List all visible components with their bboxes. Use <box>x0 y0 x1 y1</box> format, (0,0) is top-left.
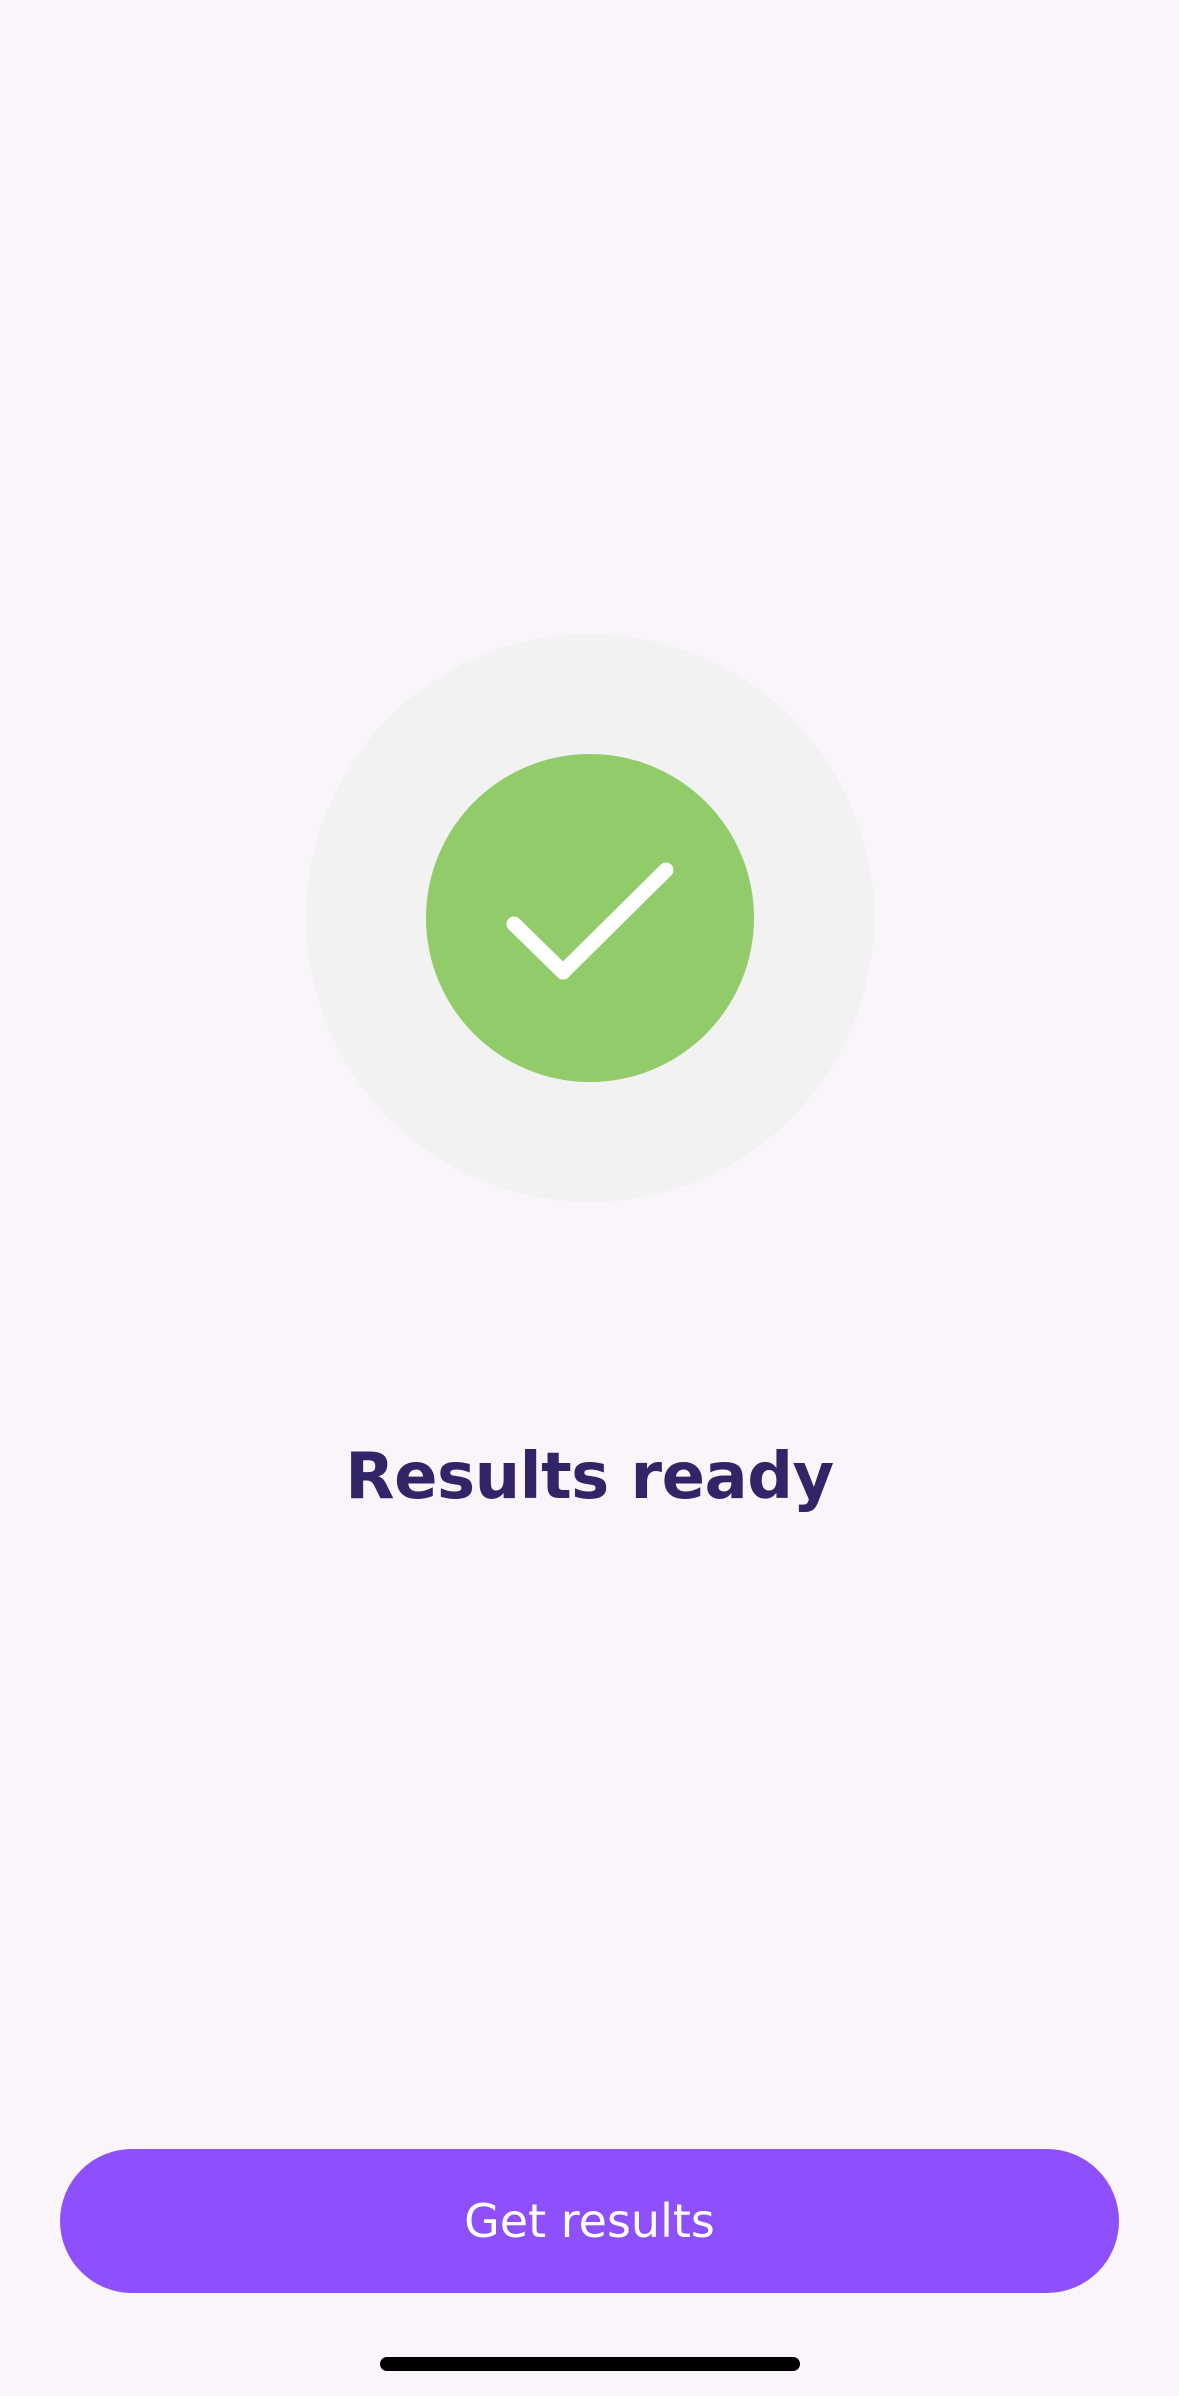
home-indicator[interactable] <box>380 2357 800 2371</box>
get-results-button[interactable]: Get results <box>60 2149 1119 2293</box>
page-title: Results ready <box>345 1440 834 1514</box>
results-ready-screen: Results ready Get results <box>0 0 1179 2396</box>
checkmark-icon <box>506 862 674 980</box>
